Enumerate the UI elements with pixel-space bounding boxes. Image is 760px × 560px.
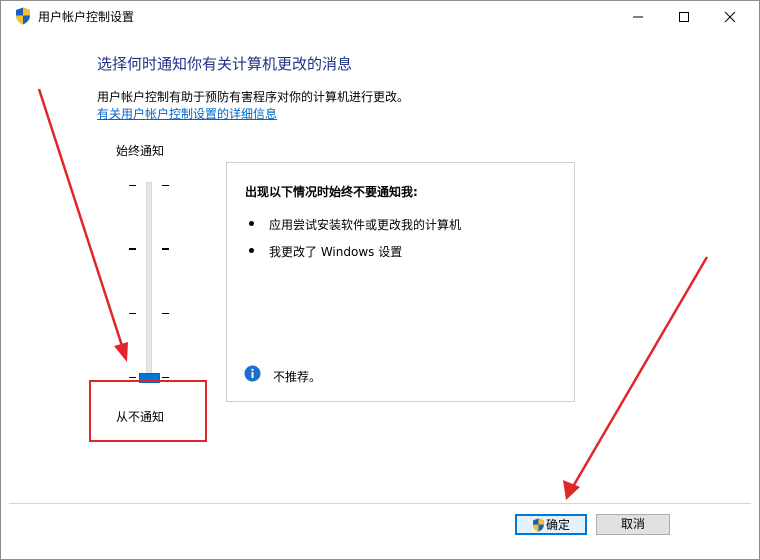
- slider-thumb[interactable]: [139, 373, 160, 383]
- slider-bottom-label: 从不通知: [116, 410, 165, 424]
- info-bullet: 我更改了 Windows 设置: [249, 243, 402, 260]
- slider-track[interactable]: [146, 182, 152, 380]
- cancel-button-label: 取消: [620, 517, 645, 531]
- uac-settings-window: 用户帐户控制设置 选择何时通知你有关计算机更改的消息 用户帐户控制有助于预防有害…: [0, 0, 760, 560]
- bullet-dot-icon: [249, 221, 254, 226]
- maximize-icon: [679, 12, 689, 22]
- page-description: 用户帐户控制有助于预防有害程序对你的计算机进行更改。: [97, 90, 410, 104]
- footer-divider: [9, 503, 751, 504]
- help-link[interactable]: 有关用户帐户控制设置的详细信息: [97, 105, 277, 122]
- title-bar[interactable]: 用户帐户控制设置: [1, 1, 759, 32]
- slider-tick: [162, 313, 169, 314]
- ok-button-label: 确定: [545, 518, 570, 532]
- slider-tick: [162, 248, 169, 250]
- cancel-button[interactable]: 取消: [596, 514, 670, 535]
- slider-tick: [129, 185, 136, 186]
- minimize-button[interactable]: [615, 1, 661, 32]
- page-heading: 选择何时通知你有关计算机更改的消息: [97, 55, 353, 73]
- slider-tick: [129, 248, 136, 250]
- recommendation-text: 不推荐。: [273, 370, 322, 384]
- ok-button[interactable]: 确定: [515, 514, 587, 535]
- slider-top-label: 始终通知: [116, 144, 165, 158]
- info-bullet: 应用尝试安装软件或更改我的计算机: [249, 216, 461, 233]
- slider-tick: [129, 377, 136, 378]
- slider-tick: [129, 313, 136, 314]
- info-title: 出现以下情况时始终不要通知我:: [245, 185, 418, 199]
- maximize-button[interactable]: [661, 1, 707, 32]
- slider-tick: [162, 185, 169, 186]
- close-icon: [724, 11, 736, 23]
- info-panel: 出现以下情况时始终不要通知我: 应用尝试安装软件或更改我的计算机 我更改了 Wi…: [226, 162, 575, 402]
- slider-tick: [162, 377, 169, 378]
- uac-shield-icon: [16, 7, 30, 25]
- info-bullet-text: 我更改了 Windows 设置: [269, 245, 403, 259]
- info-bullet-text: 应用尝试安装软件或更改我的计算机: [269, 218, 462, 232]
- info-icon: [244, 365, 261, 382]
- bullet-dot-icon: [249, 248, 254, 253]
- close-button[interactable]: [707, 1, 753, 32]
- minimize-icon: [633, 16, 643, 18]
- uac-shield-icon: [533, 517, 544, 532]
- window-title: 用户帐户控制设置: [38, 10, 135, 24]
